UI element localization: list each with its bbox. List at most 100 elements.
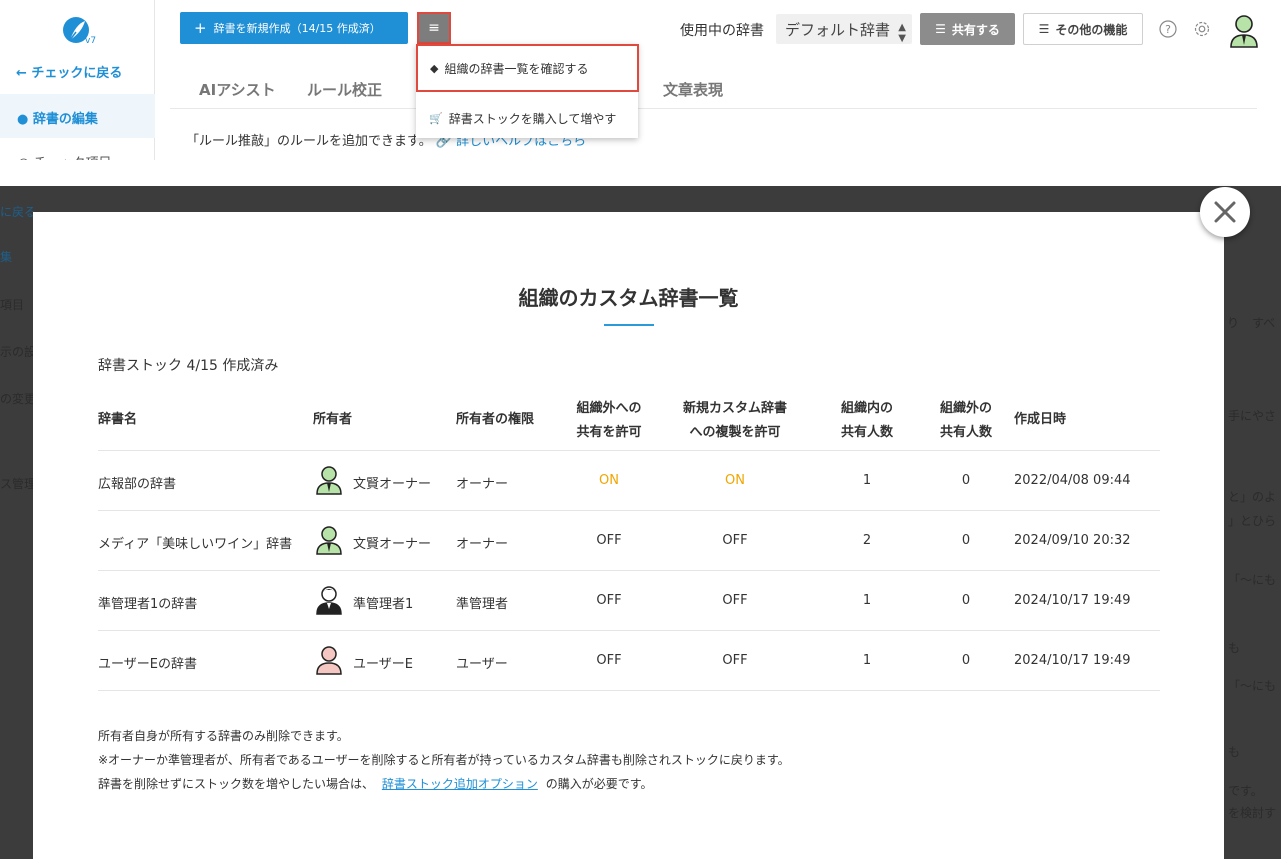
list-icon: ☰ (935, 22, 946, 36)
sidebar-item-check-items[interactable]: ○ チェック項目 (18, 152, 111, 160)
new-dictionary-button[interactable]: + 辞書を新規作成（14/15 作成済） (180, 12, 408, 44)
note-line: 辞書を削除せずにストック数を増やしたい場合は、 辞書ストック追加オプション の購… (98, 772, 790, 796)
dictionary-select[interactable]: デフォルト辞書 ▲ ▼ (776, 14, 912, 44)
new-dictionary-label: 辞書を新規作成（14/15 作成済） (213, 22, 381, 35)
user-avatar-icon[interactable] (1228, 14, 1260, 48)
cell-name: メディア「美味しいワイン」辞書 (98, 537, 293, 552)
cell-owner: 準管理者1 (353, 597, 414, 612)
cell-name: 準管理者1の辞書 (98, 597, 198, 612)
tab-ai-assist[interactable]: AIアシスト (199, 79, 276, 100)
menu-item-org-dictionary-list[interactable]: ◆ 組織の辞書一覧を確認する (416, 44, 639, 92)
bg-fragment: に戻る (0, 205, 37, 219)
bg-fragment: も (1228, 745, 1241, 759)
header-line: への複製を許可 (689, 425, 781, 440)
cell-external-share: ON (599, 473, 619, 488)
menu-item-label: 辞書ストックを購入して増やす (448, 111, 617, 126)
bg-fragment: すべ (1252, 316, 1276, 330)
cell-owner: ユーザーE (353, 657, 413, 672)
share-button[interactable]: ☰ 共有する (920, 13, 1015, 45)
logo-version: v7 (85, 36, 97, 46)
rule-hint-text: 「ルール推敲」のルールを追加できます。 (186, 134, 432, 149)
cell-internal-count: 1 (862, 653, 872, 668)
tab-rule-proofreading[interactable]: ルール校正 (307, 79, 382, 100)
stock-option-link[interactable]: 辞書ストック追加オプション (382, 777, 538, 791)
header-line: 組織外の (939, 401, 992, 416)
cell-role: 準管理者 (456, 597, 509, 612)
cell-created: 2024/10/17 19:49 (1014, 593, 1131, 608)
title-underline (604, 324, 654, 326)
close-icon (1214, 201, 1236, 223)
cell-external-count: 0 (961, 473, 971, 488)
note-text: の購入が必要です。 (545, 777, 653, 791)
cell-created: 2024/09/10 20:32 (1014, 533, 1131, 548)
note-line: 所有者自身が所有する辞書のみ削除できます。 (98, 729, 349, 743)
cell-role: ユーザー (456, 657, 508, 672)
bg-fragment: 「〜にも (1228, 679, 1277, 693)
cell-external-count: 0 (961, 653, 971, 668)
select-caret-icon: ▲ ▼ (898, 22, 906, 44)
list-icon: ☰ (1038, 22, 1050, 36)
table-divider (98, 510, 1160, 511)
tabs-divider (170, 108, 1257, 109)
help-icon[interactable]: ? (1159, 20, 1177, 38)
org-dictionary-modal: 組織のカスタム辞書一覧 辞書ストック 4/15 作成済み 辞書名 所有者 所有者… (33, 212, 1224, 859)
table-divider (98, 570, 1160, 571)
bg-fragment: ス管理 (0, 477, 37, 491)
cell-name: 広報部の辞書 (98, 477, 177, 492)
bg-fragment: を検討す (1228, 806, 1277, 820)
dictionary-select-value: デフォルト辞書 (785, 20, 891, 39)
eraser-icon: ◆ (430, 61, 439, 75)
bg-fragment: と」のよ (1228, 490, 1277, 504)
gear-icon[interactable] (1192, 19, 1212, 39)
bg-fragment: り (1227, 316, 1240, 330)
cell-role: オーナー (456, 477, 509, 492)
table-divider (98, 450, 1160, 451)
dict-in-use-label: 使用中の辞書 (680, 23, 764, 39)
cell-owner: 文賢オーナー (353, 537, 432, 552)
column-header-internal-count: 組織内の 共有人数 (827, 397, 907, 445)
cell-internal-count: 1 (862, 473, 872, 488)
sidebar-item-dictionary-edit[interactable]: ● 辞書の編集 (0, 94, 155, 138)
cell-external-share: OFF (596, 593, 622, 608)
cell-internal-count: 1 (862, 593, 872, 608)
header-line: 新規カスタム辞書 (682, 401, 787, 416)
modal-close-button[interactable] (1200, 187, 1250, 237)
header-line: 組織外への (576, 401, 642, 416)
owner-avatar-green-icon (316, 466, 342, 495)
cell-name: ユーザーEの辞書 (98, 657, 197, 672)
header-line: 共有を許可 (576, 425, 642, 440)
bg-fragment: 「〜にも (1228, 573, 1277, 587)
modal-title: 組織のカスタム辞書一覧 (518, 286, 739, 310)
owner-avatar-pink-icon (316, 646, 342, 675)
bg-fragment: 項目 (0, 298, 25, 312)
modal-notes: 所有者自身が所有する辞書のみ削除できます。 ※オーナーか準管理者が、所有者である… (98, 724, 790, 796)
cell-external-count: 0 (961, 533, 971, 548)
owner-avatar-black-icon (316, 586, 342, 615)
header-line: 組織内の (840, 401, 893, 416)
svg-text:?: ? (1165, 23, 1171, 36)
header-line: 共有人数 (939, 425, 992, 440)
back-to-check-link[interactable]: ← チェックに戻る (16, 62, 122, 81)
menu-button[interactable]: ≡ (417, 12, 451, 44)
column-header-owner: 所有者 (313, 412, 353, 427)
sidebar: v7 ← チェックに戻る ● 辞書の編集 ○ チェック項目 (0, 0, 155, 160)
cell-role: オーナー (456, 537, 509, 552)
column-header-name: 辞書名 (98, 412, 138, 427)
tab-writing-expression[interactable]: 文章表現 (663, 79, 723, 100)
menu-item-buy-stock[interactable]: 🛒 辞書ストックを購入して増やす (416, 100, 638, 136)
cell-copy: OFF (722, 593, 748, 608)
cart-icon: 🛒 (429, 111, 443, 125)
table-divider (98, 630, 1160, 631)
other-functions-button[interactable]: ☰ その他の機能 (1023, 13, 1143, 45)
cell-copy: OFF (722, 653, 748, 668)
menu-dropdown: ◆ 組織の辞書一覧を確認する 🛒 辞書ストックを購入して増やす (416, 44, 639, 138)
cell-external-share: OFF (596, 653, 622, 668)
column-header-copy: 新規カスタム辞書 への複製を許可 (670, 397, 800, 445)
column-header-role: 所有者の権限 (456, 412, 535, 427)
bg-fragment: 集 (0, 250, 13, 264)
app-logo[interactable]: v7 (58, 14, 98, 50)
app-header-area: v7 ← チェックに戻る ● 辞書の編集 ○ チェック項目 + 辞書を新規作成（… (0, 0, 1281, 160)
plus-icon: + (194, 19, 207, 37)
cell-internal-count: 2 (862, 533, 872, 548)
cell-copy: ON (725, 473, 745, 488)
